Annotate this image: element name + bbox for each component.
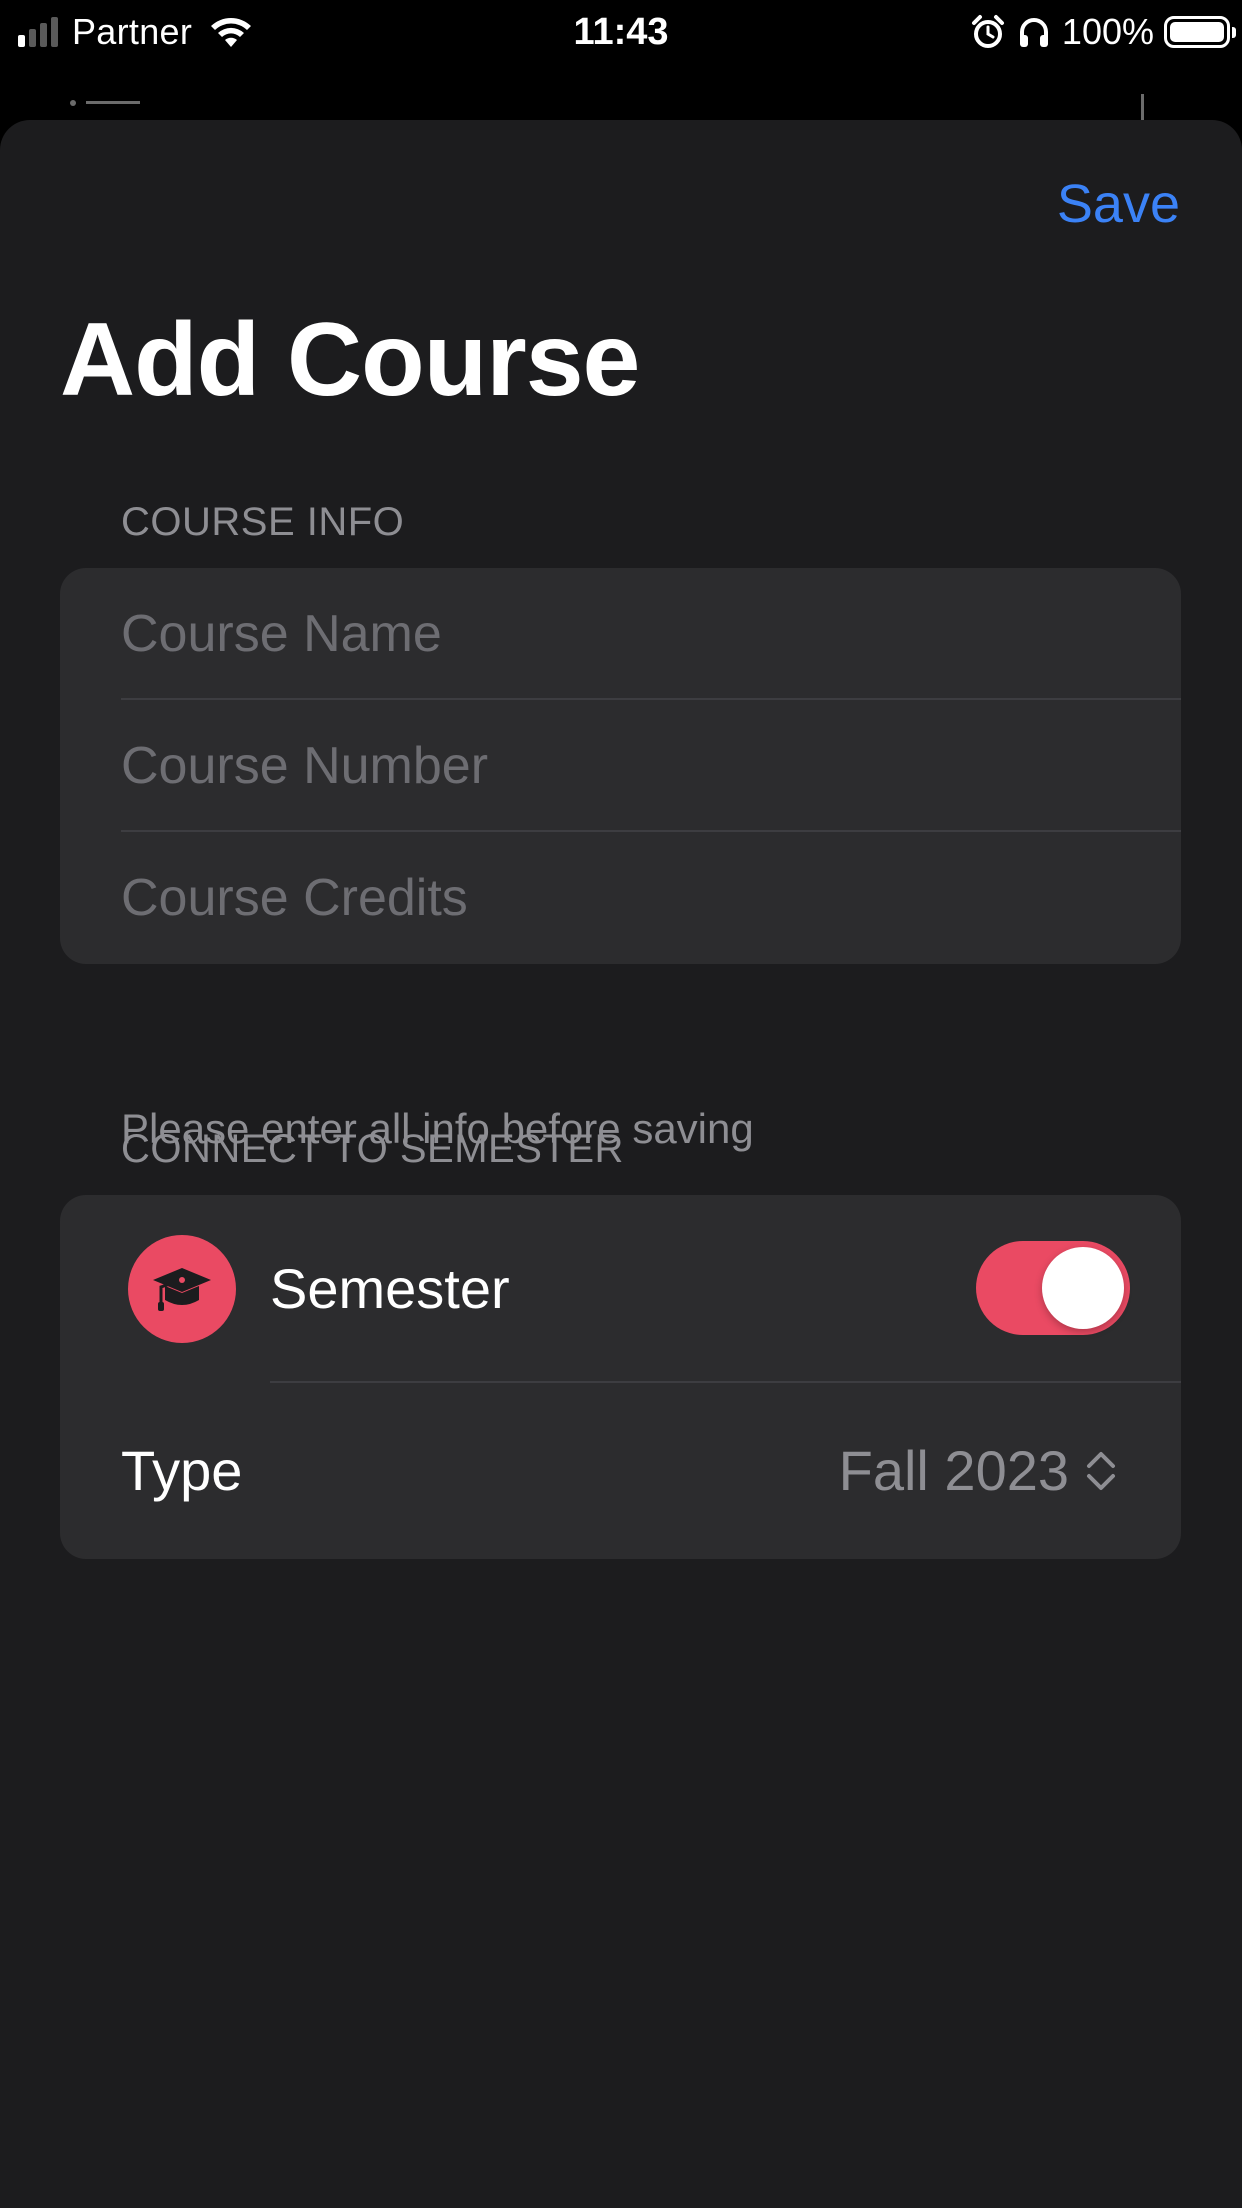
headphones-icon <box>1019 18 1048 47</box>
save-button[interactable]: Save <box>1057 172 1180 236</box>
course-info-header: COURSE INFO <box>121 500 405 544</box>
underlying-line <box>86 101 140 104</box>
semester-toggle[interactable] <box>976 1241 1130 1335</box>
course-number-field[interactable] <box>121 700 1181 832</box>
status-bar: Partner 11:43 100% <box>0 0 1242 64</box>
status-bar-right: 100% <box>970 8 1236 56</box>
battery-icon <box>1164 16 1236 48</box>
semester-label: Semester <box>270 1257 510 1320</box>
semester-group: Semester Type Fall 2023 <box>60 1195 1181 1559</box>
battery-fill <box>1170 22 1224 42</box>
course-name-field[interactable] <box>121 568 1181 700</box>
course-credits-row <box>60 832 1181 964</box>
type-label: Type <box>121 1439 243 1502</box>
toggle-knob <box>1042 1247 1124 1329</box>
course-name-row <box>60 568 1181 700</box>
battery-percentage: 100% <box>1061 11 1154 52</box>
course-number-row <box>60 700 1181 832</box>
course-credits-field[interactable] <box>121 832 1181 964</box>
semester-type-picker[interactable]: Type Fall 2023 <box>60 1383 1181 1559</box>
underlying-dot <box>70 100 76 106</box>
add-course-sheet: Save Add Course COURSE INFO Please enter… <box>0 120 1242 2208</box>
connect-semester-header: CONNECT TO SEMESTER <box>121 1127 624 1171</box>
type-value: Fall 2023 <box>839 1437 1119 1505</box>
course-info-group <box>60 568 1181 964</box>
chevron-up-down-icon <box>1087 1452 1115 1490</box>
page-title: Add Course <box>60 302 640 418</box>
alarm-icon <box>971 15 1004 48</box>
semester-toggle-row: Semester <box>60 1195 1181 1383</box>
graduation-cap-icon <box>128 1235 236 1343</box>
type-value-text: Fall 2023 <box>838 1439 1069 1502</box>
